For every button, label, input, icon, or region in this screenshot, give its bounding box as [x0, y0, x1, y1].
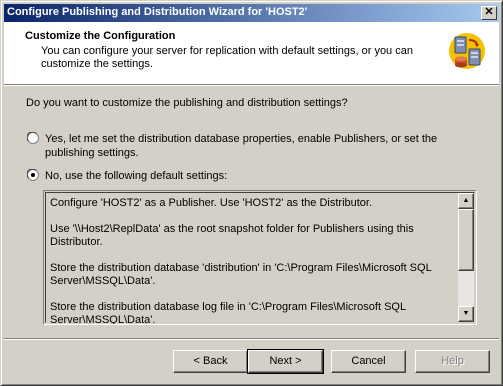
textbox-frame: Configure 'HOST2' as a Publisher. Use 'H…	[45, 192, 475, 325]
default-settings-text: Configure 'HOST2' as a Publisher. Use 'H…	[50, 197, 458, 325]
close-button[interactable]: ✕	[481, 6, 497, 20]
setting-line: Use '\\Host2\ReplData' as the root snaps…	[50, 223, 414, 248]
question-label: Do you want to customize the publishing …	[26, 97, 348, 109]
wizard-window: Configure Publishing and Distribution Wi…	[0, 0, 503, 386]
server-replication-icon	[449, 33, 485, 69]
arrow-down-icon: ▼	[462, 310, 470, 317]
setting-line: Store the distribution database 'distrib…	[50, 262, 432, 287]
option-customize[interactable]: Yes, let me set the distribution databas…	[27, 132, 477, 162]
setting-line: Configure 'HOST2' as a Publisher. Use 'H…	[50, 197, 373, 209]
radio-selected-icon[interactable]	[27, 169, 39, 181]
option-defaults[interactable]: No, use the following default settings:	[27, 169, 477, 185]
wizard-header: Customize the Configuration You can conf…	[4, 22, 499, 84]
option-defaults-label: No, use the following default settings:	[45, 170, 228, 182]
header-divider	[4, 84, 499, 86]
back-button[interactable]: < Back	[173, 350, 248, 373]
next-button[interactable]: Next >	[247, 349, 324, 374]
scroll-thumb[interactable]	[458, 209, 474, 271]
scroll-down-button[interactable]: ▼	[458, 306, 474, 322]
title-bar[interactable]: Configure Publishing and Distribution Wi…	[4, 4, 499, 22]
vertical-scrollbar[interactable]: ▲ ▼	[458, 193, 474, 322]
setting-line: Store the distribution database log file…	[50, 301, 406, 325]
page-description: You can configure your server for replic…	[41, 45, 413, 70]
footer-divider	[4, 338, 499, 340]
scroll-up-button[interactable]: ▲	[458, 193, 474, 209]
arrow-up-icon: ▲	[462, 197, 470, 204]
option-customize-label: Yes, let me set the distribution databas…	[45, 133, 438, 159]
default-settings-textbox[interactable]: Configure 'HOST2' as a Publisher. Use 'H…	[43, 190, 477, 325]
window-title: Configure Publishing and Distribution Wi…	[7, 6, 308, 18]
page-title: Customize the Configuration	[25, 30, 176, 42]
close-icon: ✕	[484, 6, 494, 18]
help-button[interactable]: Help	[415, 350, 490, 373]
cancel-button[interactable]: Cancel	[331, 350, 406, 373]
radio-unselected-icon[interactable]	[27, 132, 39, 144]
